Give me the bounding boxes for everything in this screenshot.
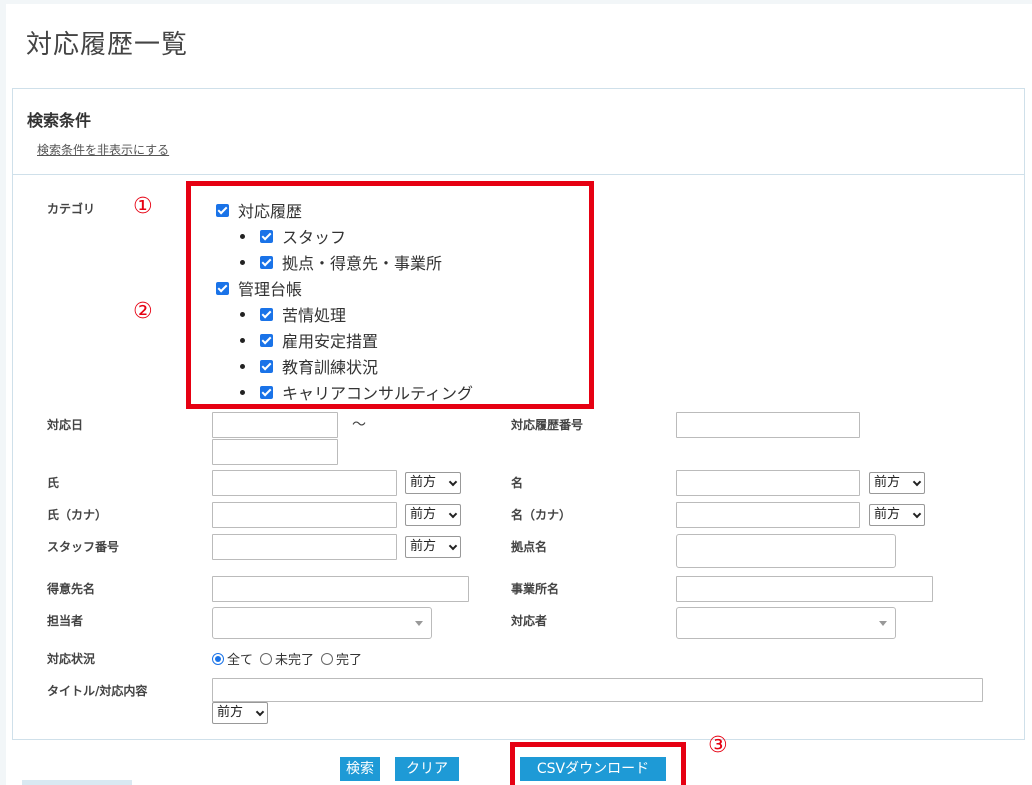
status-radio-complete-label: 完了 [336,653,363,668]
office-name-input[interactable] [676,576,933,602]
status-radio-complete[interactable] [321,652,334,665]
bullet-icon [240,363,245,369]
search-panel-title: 検索条件 [27,111,92,130]
last-name-kana-input[interactable] [212,502,397,528]
status-radio-all[interactable] [212,652,224,665]
first-name-kana-label: 名（カナ） [511,508,572,522]
title-content-input[interactable] [212,678,983,702]
bottom-edge-element [22,780,132,785]
title-content-label: タイトル/対応内容 [47,684,148,698]
status-radio-incomplete[interactable] [260,652,273,665]
category-label-career: キャリアコンサルティング [282,384,474,403]
history-number-input[interactable] [676,412,860,438]
date-to-input[interactable] [212,439,338,465]
site-name-input[interactable] [676,534,896,568]
annotation-marker-1: ① [133,194,153,219]
dropdown-triangle-icon [879,621,887,626]
date-label: 対応日 [47,418,84,432]
category-checkbox-career[interactable]: キャリアコンサルティング [240,382,474,403]
handler-select[interactable] [676,607,896,639]
category-checkbox-complaint[interactable]: 苦情処理 [240,304,347,325]
status-radio-all-label: 全て [227,653,254,668]
staff-number-label: スタッフ番号 [47,540,120,554]
chevron-down-icon [255,707,265,717]
category-label: カテゴリ [47,202,96,216]
last-name-input[interactable] [212,470,397,496]
hide-search-conditions-link[interactable]: 検索条件を非表示にする [37,141,169,158]
chevron-down-icon [448,541,458,551]
category-checkbox-staff[interactable]: スタッフ [240,226,347,247]
last-name-kana-match-select[interactable]: 前方 [405,504,461,526]
annotation-marker-2: ② [133,299,153,324]
handler-label: 対応者 [511,614,548,628]
first-name-match-select[interactable]: 前方 [869,472,925,494]
chevron-down-icon [448,477,458,487]
status-label: 対応状況 [47,652,96,666]
chevron-down-icon [912,477,922,487]
client-name-label: 得意先名 [47,582,96,596]
checkbox-checked-icon [260,385,273,399]
first-name-label: 名 [511,476,524,490]
chevron-down-icon [912,509,922,519]
status-radio-incomplete-label: 未完了 [275,653,315,668]
bullet-icon [240,337,245,343]
last-name-kana-label: 氏（カナ） [47,508,108,522]
staff-number-input[interactable] [212,534,397,560]
last-name-label: 氏 [47,476,60,490]
last-name-match-select[interactable]: 前方 [405,472,461,494]
status-radio-group: 全て 未完了 完了 [212,649,369,668]
first-name-kana-match-select[interactable]: 前方 [869,504,925,526]
category-label-sites: 拠点・得意先・事業所 [282,254,443,273]
checkbox-checked-icon [260,333,273,347]
site-name-label: 拠点名 [511,540,548,554]
checkbox-checked-icon [216,203,229,217]
select-value: 前方 [874,507,901,522]
select-value: 前方 [874,475,901,490]
chevron-down-icon [448,509,458,519]
office-name-label: 事業所名 [511,582,560,596]
date-from-input[interactable] [212,412,338,438]
annotation-marker-3: ③ [708,733,728,758]
assignee-label: 担当者 [47,614,84,628]
category-checkbox-training[interactable]: 教育訓練状況 [240,356,379,377]
category-label-staff: スタッフ [282,228,347,247]
first-name-kana-input[interactable] [676,502,860,528]
first-name-input[interactable] [676,470,860,496]
bullet-icon [240,389,245,395]
category-label-employment: 雇用安定措置 [282,332,379,351]
category-label-complaint: 苦情処理 [282,306,347,325]
select-value: 前方 [410,507,437,522]
date-separator: ～ [352,417,366,433]
category-checkbox-taiou-rireki[interactable]: 対応履歴 [216,200,303,221]
bullet-icon [240,259,245,265]
select-value: 前方 [217,705,244,720]
history-number-label: 対応履歴番号 [511,418,584,432]
client-name-input[interactable] [212,576,469,602]
category-label-kanri-daicho: 管理台帳 [238,280,303,299]
category-checkbox-kanri-daicho[interactable]: 管理台帳 [216,278,303,299]
clear-button[interactable]: クリア [395,757,459,781]
select-value: 前方 [410,475,437,490]
checkbox-checked-icon [260,307,273,321]
category-label-taiou-rireki: 対応履歴 [238,202,303,221]
category-checkbox-sites[interactable]: 拠点・得意先・事業所 [240,252,443,273]
bullet-icon [240,233,245,239]
assignee-select[interactable] [212,607,432,639]
select-value: 前方 [410,539,437,554]
page-title: 対応履歴一覧 [26,30,189,60]
csv-download-button[interactable]: CSVダウンロード [520,757,666,781]
category-label-training: 教育訓練状況 [282,358,379,377]
staff-number-match-select[interactable]: 前方 [405,536,461,558]
title-content-match-select[interactable]: 前方 [212,702,268,724]
dropdown-triangle-icon [415,621,423,626]
bullet-icon [240,311,245,317]
checkbox-checked-icon [260,255,273,269]
search-panel-header: 検索条件 検索条件を非表示にする [13,89,1024,175]
checkbox-checked-icon [216,281,229,295]
checkbox-checked-icon [260,229,273,243]
search-button[interactable]: 検索 [340,757,380,781]
category-checkbox-employment[interactable]: 雇用安定措置 [240,330,379,351]
checkbox-checked-icon [260,359,273,373]
